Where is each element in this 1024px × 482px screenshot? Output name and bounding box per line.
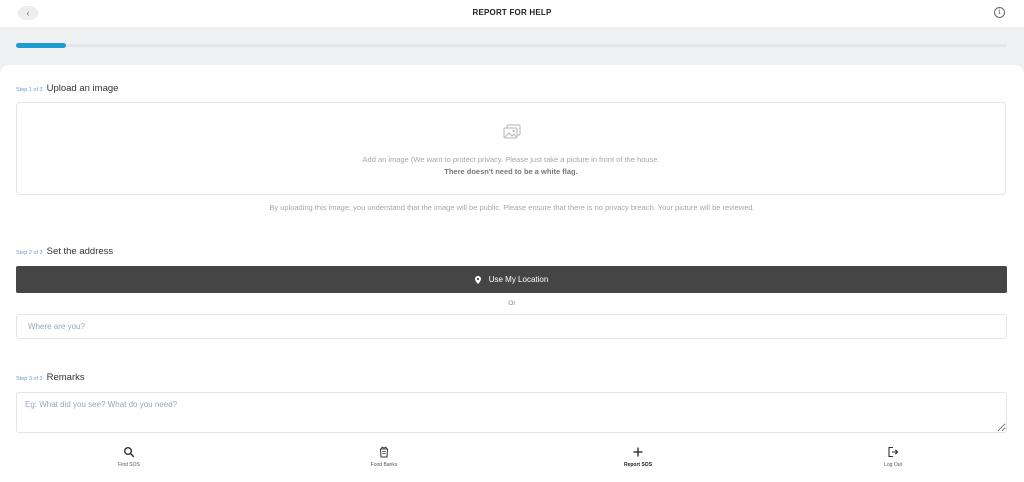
- step-1-label: Step 1 of 3: [16, 87, 43, 93]
- nav-food-banks[interactable]: Food Banks: [354, 446, 414, 468]
- address-input[interactable]: [16, 314, 1007, 339]
- search-icon: [124, 447, 135, 458]
- bottom-nav: Find SOS Food Banks Report SOS Log Out: [0, 440, 1024, 482]
- plus-icon: [633, 447, 643, 457]
- step-2-header: Step 2 of 3 Set the address: [16, 246, 113, 257]
- step-3-header: Step 3 of 3 Remarks: [16, 372, 85, 383]
- use-my-location-button[interactable]: Use My Location: [16, 266, 1007, 293]
- progress-fill: [16, 43, 66, 48]
- image-icon: [503, 124, 521, 139]
- nav-food-banks-label: Food Banks: [370, 462, 398, 468]
- upload-hint-bold: There doesn't need to be a white flag.: [444, 167, 578, 176]
- step-2-label: Step 2 of 3: [16, 250, 43, 256]
- nav-report-sos[interactable]: Report SOS: [608, 446, 668, 468]
- nav-log-out[interactable]: Log Out: [863, 446, 923, 468]
- logout-icon: [888, 446, 899, 458]
- step-1-header: Step 1 of 3 Upload an image: [16, 83, 118, 94]
- report-form: Step 1 of 3 Upload an image Add an image…: [0, 65, 1024, 482]
- nav-log-out-label: Log Out: [884, 462, 902, 468]
- top-bar: ‹ REPORT FOR HELP i: [0, 0, 1024, 27]
- step-3-title: Remarks: [46, 372, 85, 383]
- location-pin-icon: [474, 275, 481, 284]
- step-3-label: Step 3 of 3: [16, 376, 43, 382]
- nav-find-sos-label: Find SOS: [118, 462, 140, 468]
- remarks-textarea[interactable]: [16, 392, 1007, 433]
- upload-hint: Add an image (We want to protect privacy…: [362, 155, 660, 164]
- nav-report-sos-label: Report SOS: [623, 462, 653, 468]
- progress-bar: [16, 43, 1007, 48]
- info-icon[interactable]: i: [994, 7, 1005, 18]
- use-my-location-label: Use My Location: [488, 275, 549, 284]
- food-bank-icon: [379, 446, 389, 458]
- step-2-title: Set the address: [46, 246, 114, 257]
- or-separator: Or: [508, 300, 516, 307]
- page-title: REPORT FOR HELP: [472, 8, 552, 17]
- nav-find-sos[interactable]: Find SOS: [99, 446, 159, 468]
- privacy-note: By uploading this image, you understand …: [269, 203, 755, 212]
- image-upload-area[interactable]: Add an image (We want to protect privacy…: [16, 102, 1006, 195]
- step-1-title: Upload an image: [46, 83, 119, 94]
